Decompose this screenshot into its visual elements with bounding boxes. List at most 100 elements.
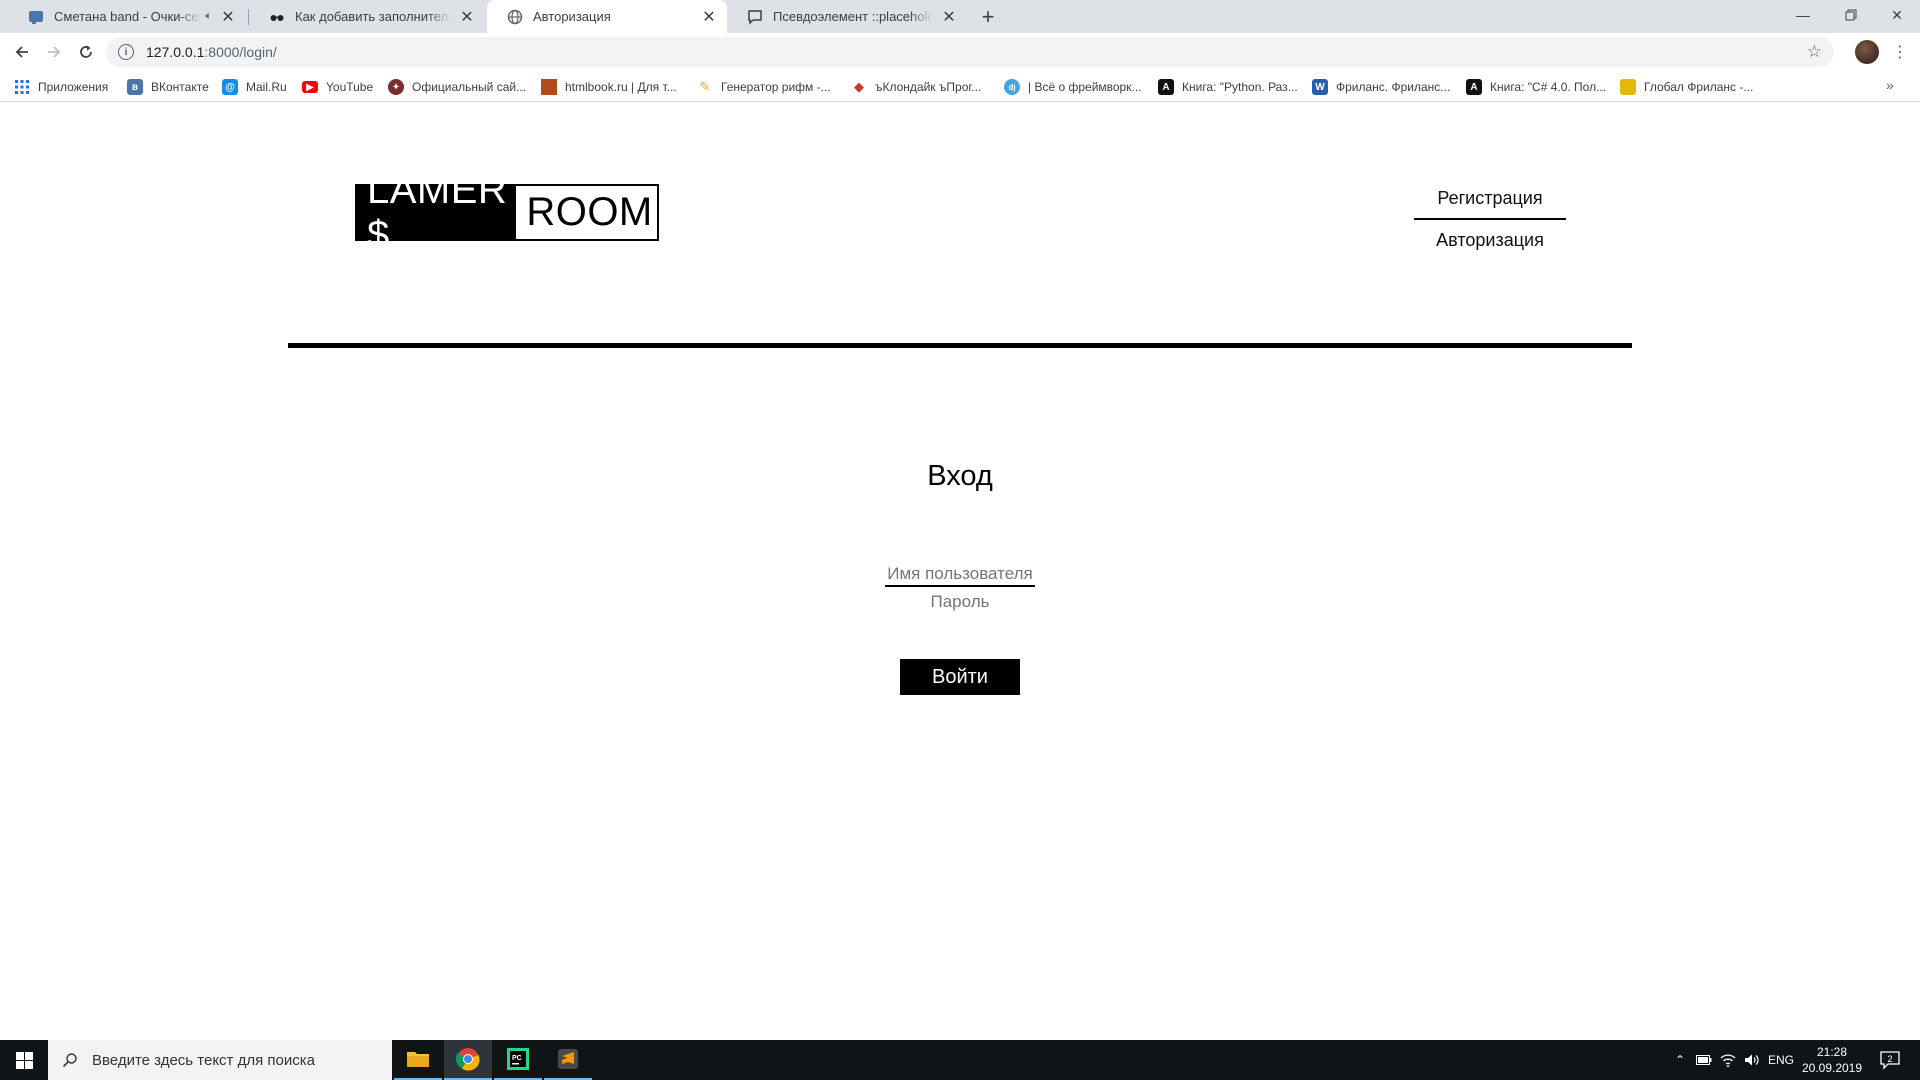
bookmark-label: | Всё о фреймворк... bbox=[1028, 80, 1142, 94]
site-nav: Регистрация Авторизация bbox=[1414, 182, 1566, 260]
bookmark-csharp-book[interactable]: A Книга: "C# 4.0. Пол... bbox=[1466, 77, 1606, 97]
volume-icon[interactable] bbox=[1740, 1040, 1764, 1080]
star-icon[interactable]: ☆ bbox=[1807, 42, 1822, 62]
bookmark-klondike[interactable]: ◆ ъКлондайк ъПрог... bbox=[851, 77, 981, 97]
nav-register-link[interactable]: Регистрация bbox=[1414, 182, 1566, 220]
bookmark-python-book[interactable]: A Книга: "Python. Раз... bbox=[1158, 77, 1298, 97]
chevron-up-icon[interactable]: ⌃ bbox=[1668, 1040, 1692, 1080]
taskbar-explorer[interactable] bbox=[394, 1040, 442, 1080]
bookmark-apps[interactable]: Приложения bbox=[14, 77, 108, 97]
svg-text:PC: PC bbox=[512, 1055, 522, 1062]
tab-authorization[interactable]: Авторизация ✕ bbox=[487, 0, 727, 33]
password-input[interactable] bbox=[885, 590, 1035, 614]
bookmark-label: htmlbook.ru | Для т... bbox=[565, 80, 677, 94]
minimize-button[interactable]: — bbox=[1780, 0, 1826, 30]
battery-icon[interactable] bbox=[1692, 1040, 1716, 1080]
forward-button[interactable] bbox=[40, 38, 68, 66]
bookmark-global-freelance[interactable]: Глобал Фриланс -... bbox=[1620, 77, 1753, 97]
bookmark-mailru[interactable]: @ Mail.Ru bbox=[222, 77, 287, 97]
header-divider bbox=[288, 343, 1632, 348]
page-title: Вход bbox=[927, 460, 993, 492]
start-button[interactable] bbox=[0, 1040, 48, 1080]
url-text[interactable]: 127.0.0.1:8000/login/ bbox=[146, 44, 277, 60]
chevron-double-right-icon[interactable]: » bbox=[1886, 77, 1894, 93]
book-a-icon: A bbox=[1158, 79, 1174, 95]
notification-count: 2 bbox=[1887, 1054, 1892, 1064]
bookmark-label: Глобал Фриланс -... bbox=[1644, 80, 1754, 94]
bookmark-vk[interactable]: в ВКонтакте bbox=[127, 77, 209, 97]
dj-icon: dj bbox=[1004, 79, 1020, 95]
username-input[interactable] bbox=[885, 563, 1035, 587]
address-bar[interactable]: i 127.0.0.1:8000/login/ ☆ bbox=[106, 37, 1834, 67]
bookmark-label: Приложения bbox=[38, 80, 109, 94]
clock-date: 20.09.2019 bbox=[1801, 1061, 1863, 1075]
close-window-button[interactable]: ✕ bbox=[1874, 0, 1920, 30]
language-indicator[interactable]: ENG bbox=[1766, 1040, 1796, 1080]
bookmarks-bar: Приложения в ВКонтакте @ Mail.Ru ▶ YouTu… bbox=[0, 71, 1920, 102]
htmlbook-icon bbox=[541, 79, 557, 95]
w-icon: W bbox=[1312, 79, 1328, 95]
taskbar-pycharm[interactable]: PC bbox=[494, 1040, 542, 1080]
new-tab-button[interactable]: + bbox=[974, 4, 1002, 30]
page-content: LAMER $ ROOM Регистрация Авторизация Вхо… bbox=[0, 102, 1920, 1040]
wifi-icon[interactable] bbox=[1716, 1040, 1740, 1080]
arrow-right-icon bbox=[48, 46, 61, 58]
bookmark-rhymes[interactable]: ✎ Генератор рифм -... bbox=[697, 77, 831, 97]
avatar[interactable] bbox=[1855, 40, 1879, 64]
tab-smetana[interactable]: Сметана band - Очки-сердечки 🔈︎ ✕ bbox=[8, 0, 246, 33]
logo-left-text: LAMER $ bbox=[357, 168, 517, 257]
chrome-icon bbox=[456, 1048, 480, 1071]
gf-icon bbox=[1620, 79, 1636, 95]
shield-icon: ✦ bbox=[388, 79, 404, 95]
tab-placeholder-question[interactable]: Как добавить заполнителя в форму ✕ bbox=[249, 0, 485, 33]
more-vert-icon[interactable]: ⋮ bbox=[1888, 40, 1912, 64]
restore-button[interactable] bbox=[1828, 0, 1874, 30]
bookmark-label: Официальный сай... bbox=[412, 80, 527, 94]
windows-taskbar: Введите здесь текст для поиска PC ⌃ ENG … bbox=[0, 1040, 1920, 1080]
bookmark-label: Генератор рифм -... bbox=[721, 80, 831, 94]
close-icon[interactable]: ✕ bbox=[941, 9, 957, 26]
bookmark-label: Книга: "C# 4.0. Пол... bbox=[1490, 80, 1607, 94]
bookmark-label: Mail.Ru bbox=[246, 80, 287, 94]
tab-title: Сметана band - Очки-сердечки bbox=[54, 9, 201, 24]
browser-toolbar: i 127.0.0.1:8000/login/ ☆ ⋮ bbox=[0, 33, 1920, 71]
vk-icon bbox=[28, 9, 44, 25]
nav-login-link[interactable]: Авторизация bbox=[1414, 220, 1566, 260]
taskbar-sublime[interactable] bbox=[544, 1040, 592, 1080]
clock[interactable]: 21:28 20.09.2019 bbox=[1796, 1044, 1868, 1076]
sunglasses-icon bbox=[269, 9, 285, 25]
search-icon bbox=[60, 1050, 80, 1070]
taskbar-chrome[interactable] bbox=[444, 1040, 492, 1080]
bookmark-label: Фриланс. Фриланс... bbox=[1336, 80, 1451, 94]
taskbar-search[interactable]: Введите здесь текст для поиска bbox=[48, 1040, 392, 1080]
url-path: :8000/login/ bbox=[204, 44, 277, 60]
gem-icon: ◆ bbox=[854, 79, 864, 94]
bookmark-label: Книга: "Python. Раз... bbox=[1182, 80, 1298, 94]
pencil-icon: ✎ bbox=[699, 79, 711, 94]
close-icon[interactable]: ✕ bbox=[220, 9, 236, 26]
info-icon[interactable]: i bbox=[118, 44, 134, 60]
speaker-icon[interactable]: 🔈︎ bbox=[205, 10, 212, 23]
site-logo[interactable]: LAMER $ ROOM bbox=[355, 168, 659, 257]
book-a-icon: A bbox=[1466, 79, 1482, 95]
login-submit-button[interactable]: Войти bbox=[900, 659, 1020, 695]
comment-icon bbox=[747, 9, 763, 25]
bookmark-youtube[interactable]: ▶ YouTube bbox=[302, 77, 373, 97]
bookmark-freelance[interactable]: W Фриланс. Фриланс... bbox=[1312, 77, 1450, 97]
youtube-icon: ▶ bbox=[302, 81, 318, 93]
bookmark-htmlbook[interactable]: htmlbook.ru | Для т... bbox=[541, 77, 677, 97]
pycharm-icon: PC bbox=[507, 1048, 529, 1070]
logo-right-text: ROOM bbox=[526, 190, 653, 234]
reload-button[interactable] bbox=[72, 38, 100, 66]
tab-title: Как добавить заполнителя в форму bbox=[295, 9, 451, 24]
tab-placeholder-css[interactable]: Псевдоэлемент ::placeholder | CSS ✕ bbox=[727, 0, 967, 33]
close-icon[interactable]: ✕ bbox=[701, 9, 717, 26]
folder-icon bbox=[407, 1052, 429, 1067]
windows-icon bbox=[15, 1051, 33, 1069]
notification-center-button[interactable]: 2 bbox=[1870, 1040, 1910, 1080]
close-icon[interactable]: ✕ bbox=[459, 9, 475, 26]
bookmark-official[interactable]: ✦ Официальный сай... bbox=[388, 77, 526, 97]
bookmark-django[interactable]: dj | Всё о фреймворк... bbox=[1004, 77, 1141, 97]
back-button[interactable] bbox=[8, 38, 36, 66]
bookmark-label: YouTube bbox=[326, 80, 374, 94]
